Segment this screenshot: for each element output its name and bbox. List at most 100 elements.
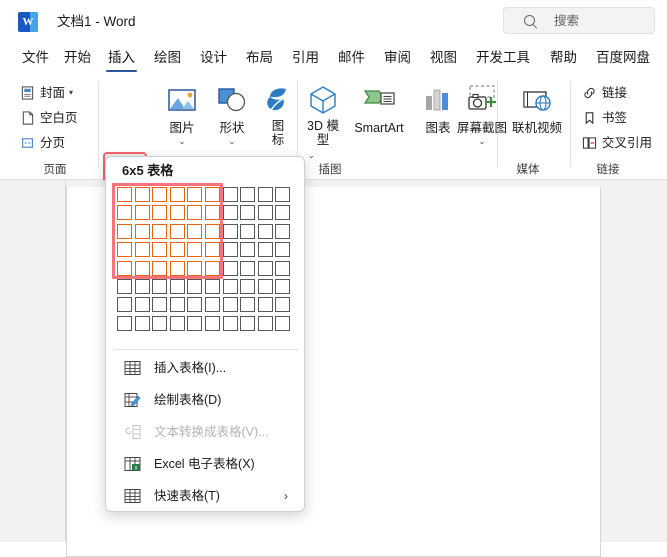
grid-cell-r6-c8[interactable] — [240, 279, 256, 294]
grid-cell-r5-c4[interactable] — [169, 260, 185, 276]
tab-7[interactable]: 邮件 — [336, 43, 367, 73]
chevron-down-icon[interactable]: ▾ — [69, 88, 73, 97]
tab-9[interactable]: 视图 — [428, 43, 459, 73]
page-break-button[interactable]: 分页 — [18, 132, 65, 154]
grid-cell-r7-c3[interactable] — [152, 297, 168, 313]
grid-cell-r4-c4[interactable] — [169, 242, 185, 258]
grid-cell-r1-c5[interactable] — [187, 187, 203, 202]
grid-cell-r8-c7[interactable] — [222, 315, 238, 331]
grid-cell-r6-c7[interactable] — [222, 279, 238, 294]
grid-cell-r1-c10[interactable] — [275, 187, 291, 202]
chevron-down-icon[interactable]: ⌄ — [156, 137, 208, 146]
cover-page-button[interactable]: 封面 ▾ — [18, 82, 73, 104]
table-size-grid[interactable] — [112, 183, 297, 339]
3d-model-button[interactable]: 3D 模 型 ⌄ — [294, 79, 352, 165]
online-video-button[interactable]: 联机视频 — [506, 79, 568, 165]
smartart-button[interactable]: SmartArt — [348, 79, 410, 165]
tab-3[interactable]: 绘图 — [152, 43, 183, 73]
tab-12[interactable]: 百度网盘 — [594, 43, 652, 73]
grid-cell-r7-c7[interactable] — [222, 297, 238, 313]
tab-5[interactable]: 布局 — [244, 43, 275, 73]
grid-cell-r3-c3[interactable] — [152, 223, 168, 239]
grid-cell-r6-c9[interactable] — [257, 279, 273, 294]
grid-cell-r4-c3[interactable] — [152, 242, 168, 258]
grid-cell-r2-c2[interactable] — [134, 205, 150, 221]
grid-cell-r4-c1[interactable] — [117, 242, 132, 258]
grid-cell-r4-c7[interactable] — [222, 242, 238, 258]
grid-cell-r3-c4[interactable] — [169, 223, 185, 239]
grid-cell-r3-c10[interactable] — [275, 223, 291, 239]
grid-cell-r1-c4[interactable] — [169, 187, 185, 202]
grid-cell-r4-c5[interactable] — [187, 242, 203, 258]
grid-cell-r8-c5[interactable] — [187, 315, 203, 331]
grid-cell-r5-c10[interactable] — [275, 260, 291, 276]
grid-cell-r2-c5[interactable] — [187, 205, 203, 221]
grid-cell-r3-c9[interactable] — [257, 223, 273, 239]
grid-cell-r2-c6[interactable] — [205, 205, 220, 221]
shapes-button[interactable]: 形状 ⌄ — [206, 79, 258, 165]
grid-cell-r8-c4[interactable] — [169, 315, 185, 331]
tab-2[interactable]: 插入 — [106, 43, 137, 73]
tab-10[interactable]: 开发工具 — [474, 43, 532, 73]
grid-cell-r5-c5[interactable] — [187, 260, 203, 276]
tab-0[interactable]: 文件 — [20, 43, 51, 73]
grid-cell-r6-c3[interactable] — [152, 279, 168, 294]
grid-cell-r2-c1[interactable] — [117, 205, 132, 221]
grid-cell-r6-c4[interactable] — [169, 279, 185, 294]
grid-cell-r1-c1[interactable] — [117, 187, 132, 202]
grid-cell-r5-c2[interactable] — [134, 260, 150, 276]
grid-cell-r4-c2[interactable] — [134, 242, 150, 258]
pictures-button[interactable]: 图片 ⌄ — [156, 79, 208, 165]
grid-cell-r8-c8[interactable] — [240, 315, 256, 331]
chevron-down-icon[interactable]: ⌄ — [206, 137, 258, 146]
menu-item-quick-tables[interactable]: 快速表格(T) › — [110, 481, 302, 511]
grid-cell-r4-c9[interactable] — [257, 242, 273, 258]
grid-cell-r7-c6[interactable] — [205, 297, 220, 313]
grid-cell-r2-c4[interactable] — [169, 205, 185, 221]
grid-cell-r1-c9[interactable] — [257, 187, 273, 202]
grid-cell-r2-c3[interactable] — [152, 205, 168, 221]
link-button[interactable]: 链接 — [580, 82, 627, 104]
tab-8[interactable]: 审阅 — [382, 43, 413, 73]
chevron-down-icon[interactable]: ⌄ — [308, 151, 315, 160]
grid-cell-r2-c9[interactable] — [257, 205, 273, 221]
grid-cell-r8-c3[interactable] — [152, 315, 168, 331]
grid-cell-r4-c10[interactable] — [275, 242, 291, 258]
grid-cell-r3-c6[interactable] — [205, 223, 220, 239]
menu-item-excel-spreadsheet[interactable]: x Excel 电子表格(X) — [110, 449, 302, 479]
grid-cell-r4-c8[interactable] — [240, 242, 256, 258]
grid-cell-r3-c1[interactable] — [117, 223, 132, 239]
grid-cell-r7-c2[interactable] — [134, 297, 150, 313]
menu-item-insert-table[interactable]: 插入表格(I)... — [110, 353, 302, 383]
grid-cell-r6-c10[interactable] — [275, 279, 291, 294]
grid-cell-r3-c2[interactable] — [134, 223, 150, 239]
grid-cell-r7-c10[interactable] — [275, 297, 291, 313]
grid-cell-r5-c7[interactable] — [222, 260, 238, 276]
grid-cell-r5-c8[interactable] — [240, 260, 256, 276]
tab-11[interactable]: 帮助 — [548, 43, 579, 73]
grid-cell-r6-c5[interactable] — [187, 279, 203, 294]
grid-cell-r2-c7[interactable] — [222, 205, 238, 221]
grid-cell-r1-c7[interactable] — [222, 187, 238, 202]
grid-cell-r1-c2[interactable] — [134, 187, 150, 202]
tab-6[interactable]: 引用 — [290, 43, 321, 73]
grid-cell-r7-c5[interactable] — [187, 297, 203, 313]
grid-cell-r8-c10[interactable] — [275, 315, 291, 331]
grid-cell-r5-c9[interactable] — [257, 260, 273, 276]
grid-cell-r7-c1[interactable] — [117, 297, 132, 313]
grid-cell-r3-c7[interactable] — [222, 223, 238, 239]
grid-cell-r6-c1[interactable] — [117, 279, 132, 294]
tab-4[interactable]: 设计 — [198, 43, 229, 73]
grid-cell-r7-c4[interactable] — [169, 297, 185, 313]
blank-page-button[interactable]: 空白页 — [18, 107, 78, 129]
grid-cell-r2-c10[interactable] — [275, 205, 291, 221]
grid-cell-r3-c5[interactable] — [187, 223, 203, 239]
grid-cell-r8-c6[interactable] — [205, 315, 220, 331]
cross-reference-button[interactable]: 交叉引用 — [580, 132, 652, 154]
grid-cell-r8-c2[interactable] — [134, 315, 150, 331]
grid-cell-r7-c8[interactable] — [240, 297, 256, 313]
grid-cell-r8-c1[interactable] — [117, 315, 132, 331]
grid-cell-r5-c1[interactable] — [117, 260, 132, 276]
grid-cell-r8-c9[interactable] — [257, 315, 273, 331]
bookmark-button[interactable]: 书签 — [580, 107, 627, 129]
